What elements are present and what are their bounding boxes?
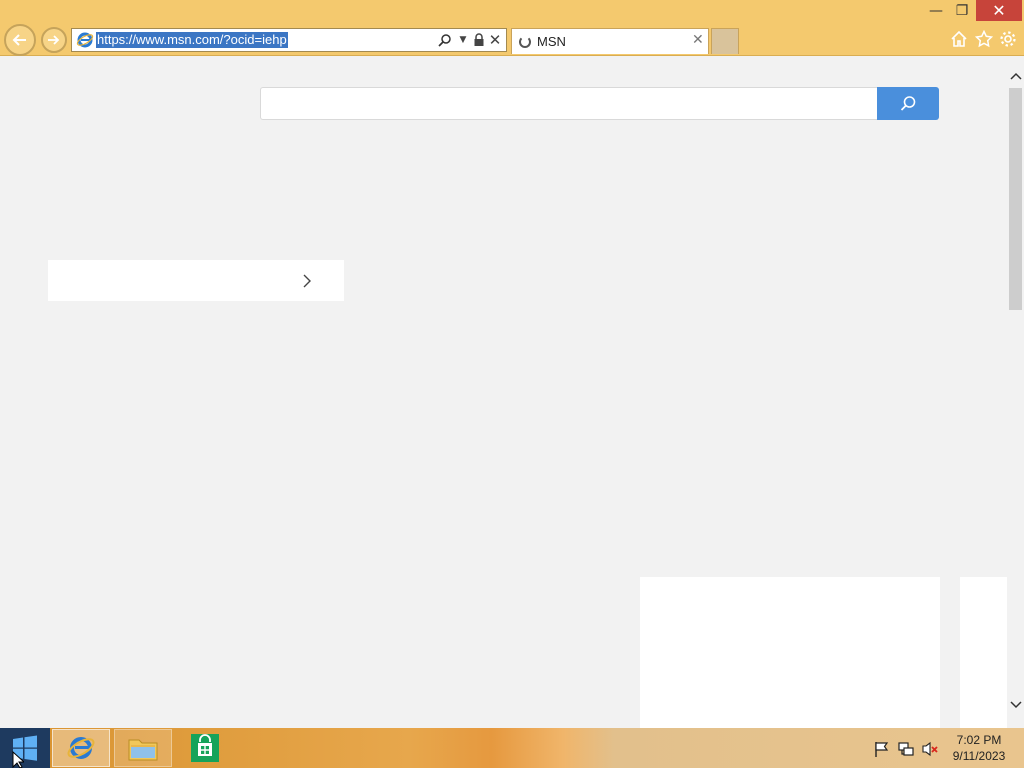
network-icon[interactable]: [897, 740, 915, 758]
scrollbar-thumb[interactable]: [1009, 88, 1022, 310]
taskbar-internet-explorer[interactable]: [52, 729, 110, 767]
taskbar-file-explorer[interactable]: [114, 729, 172, 767]
arrow-left-icon: [12, 34, 26, 46]
clock-time: 7:02 PM: [956, 733, 1002, 747]
folder-icon: [128, 739, 158, 761]
search-button[interactable]: [877, 87, 939, 120]
store-bag-icon: [191, 734, 219, 762]
taskbar-windows-store[interactable]: [176, 729, 234, 767]
minimize-button[interactable]: —: [922, 0, 950, 21]
mouse-cursor-icon: [12, 751, 24, 768]
taskbar-clock[interactable]: 7:02 PM 9/11/2023: [946, 732, 1012, 764]
stop-icon[interactable]: ✕: [486, 31, 504, 49]
internet-explorer-icon: [67, 737, 95, 759]
browser-titlebar: — ❐ ✕ https://www.msn.com/?ocid=iehp ▼ ✕…: [0, 0, 1024, 56]
start-button[interactable]: [0, 728, 50, 768]
back-button[interactable]: [4, 24, 36, 56]
tab-title: MSN: [537, 34, 566, 49]
search-icon[interactable]: [436, 31, 454, 49]
vertical-scrollbar[interactable]: [1007, 66, 1024, 728]
close-window-button[interactable]: ✕: [976, 0, 1022, 21]
volume-muted-icon[interactable]: [921, 740, 939, 758]
address-url-text[interactable]: https://www.msn.com/?ocid=iehp: [96, 32, 288, 48]
clock-date: 9/11/2023: [952, 749, 1006, 763]
forward-button[interactable]: [41, 27, 67, 53]
address-bar[interactable]: https://www.msn.com/?ocid=iehp ▼ ✕: [71, 28, 507, 52]
scroll-down-arrow-icon[interactable]: [1007, 697, 1024, 713]
new-tab-button[interactable]: [711, 28, 739, 54]
content-panel-secondary: [960, 577, 1007, 728]
close-tab-icon[interactable]: ✕: [692, 32, 704, 48]
content-panel: [640, 577, 940, 728]
chevron-right-icon[interactable]: [299, 273, 315, 289]
search-icon: [900, 95, 916, 111]
tab-msn[interactable]: MSN ✕: [511, 28, 709, 54]
arrow-right-icon: [48, 35, 60, 45]
search-input[interactable]: [260, 87, 878, 120]
home-icon[interactable]: [948, 28, 970, 50]
settings-gear-icon[interactable]: [997, 28, 1019, 50]
restore-button[interactable]: ❐: [950, 0, 974, 21]
favorites-star-icon[interactable]: [973, 28, 995, 50]
ie-logo-icon: [76, 32, 94, 48]
action-center-flag-icon[interactable]: [873, 740, 891, 758]
scroll-up-arrow-icon[interactable]: [1007, 68, 1024, 84]
loading-spinner-icon: [519, 36, 531, 48]
taskbar: 7:02 PM 9/11/2023: [0, 728, 1024, 768]
